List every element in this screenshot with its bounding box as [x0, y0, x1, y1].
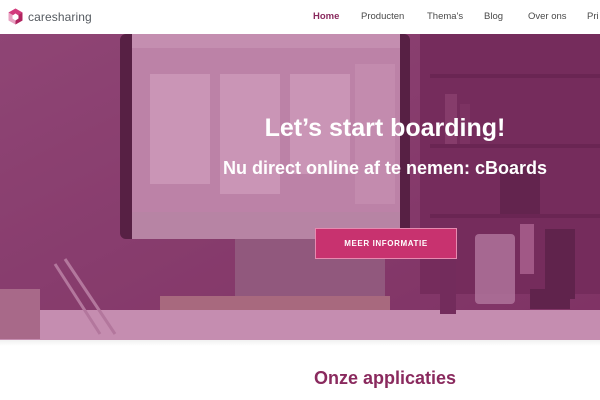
hero-tint-overlay — [0, 34, 600, 340]
meer-informatie-button[interactable]: MEER INFORMATIE — [315, 228, 457, 259]
nav-item-home[interactable]: Home — [313, 11, 339, 22]
nav-item-producten[interactable]: Producten — [361, 11, 404, 22]
nav-item-themas[interactable]: Thema's — [427, 11, 463, 22]
nav-item-over-ons[interactable]: Over ons — [528, 11, 567, 22]
applications-section: Onze applicaties — [0, 340, 600, 400]
hero-subtitle: Nu direct online af te nemen: cBoards — [222, 158, 548, 178]
nav-item-prijzen[interactable]: Pri — [587, 11, 599, 22]
section-title: Onze applicaties — [313, 368, 457, 388]
site-header: caresharing Home Producten Thema's Blog … — [0, 0, 600, 34]
nav-item-blog[interactable]: Blog — [484, 11, 503, 22]
main-nav: Home Producten Thema's Blog Over ons Pri — [0, 11, 600, 25]
hero-banner: Let’s start boarding! Nu direct online a… — [0, 34, 600, 340]
section-divider — [0, 340, 600, 346]
hero-title: Let’s start boarding! — [264, 114, 506, 142]
